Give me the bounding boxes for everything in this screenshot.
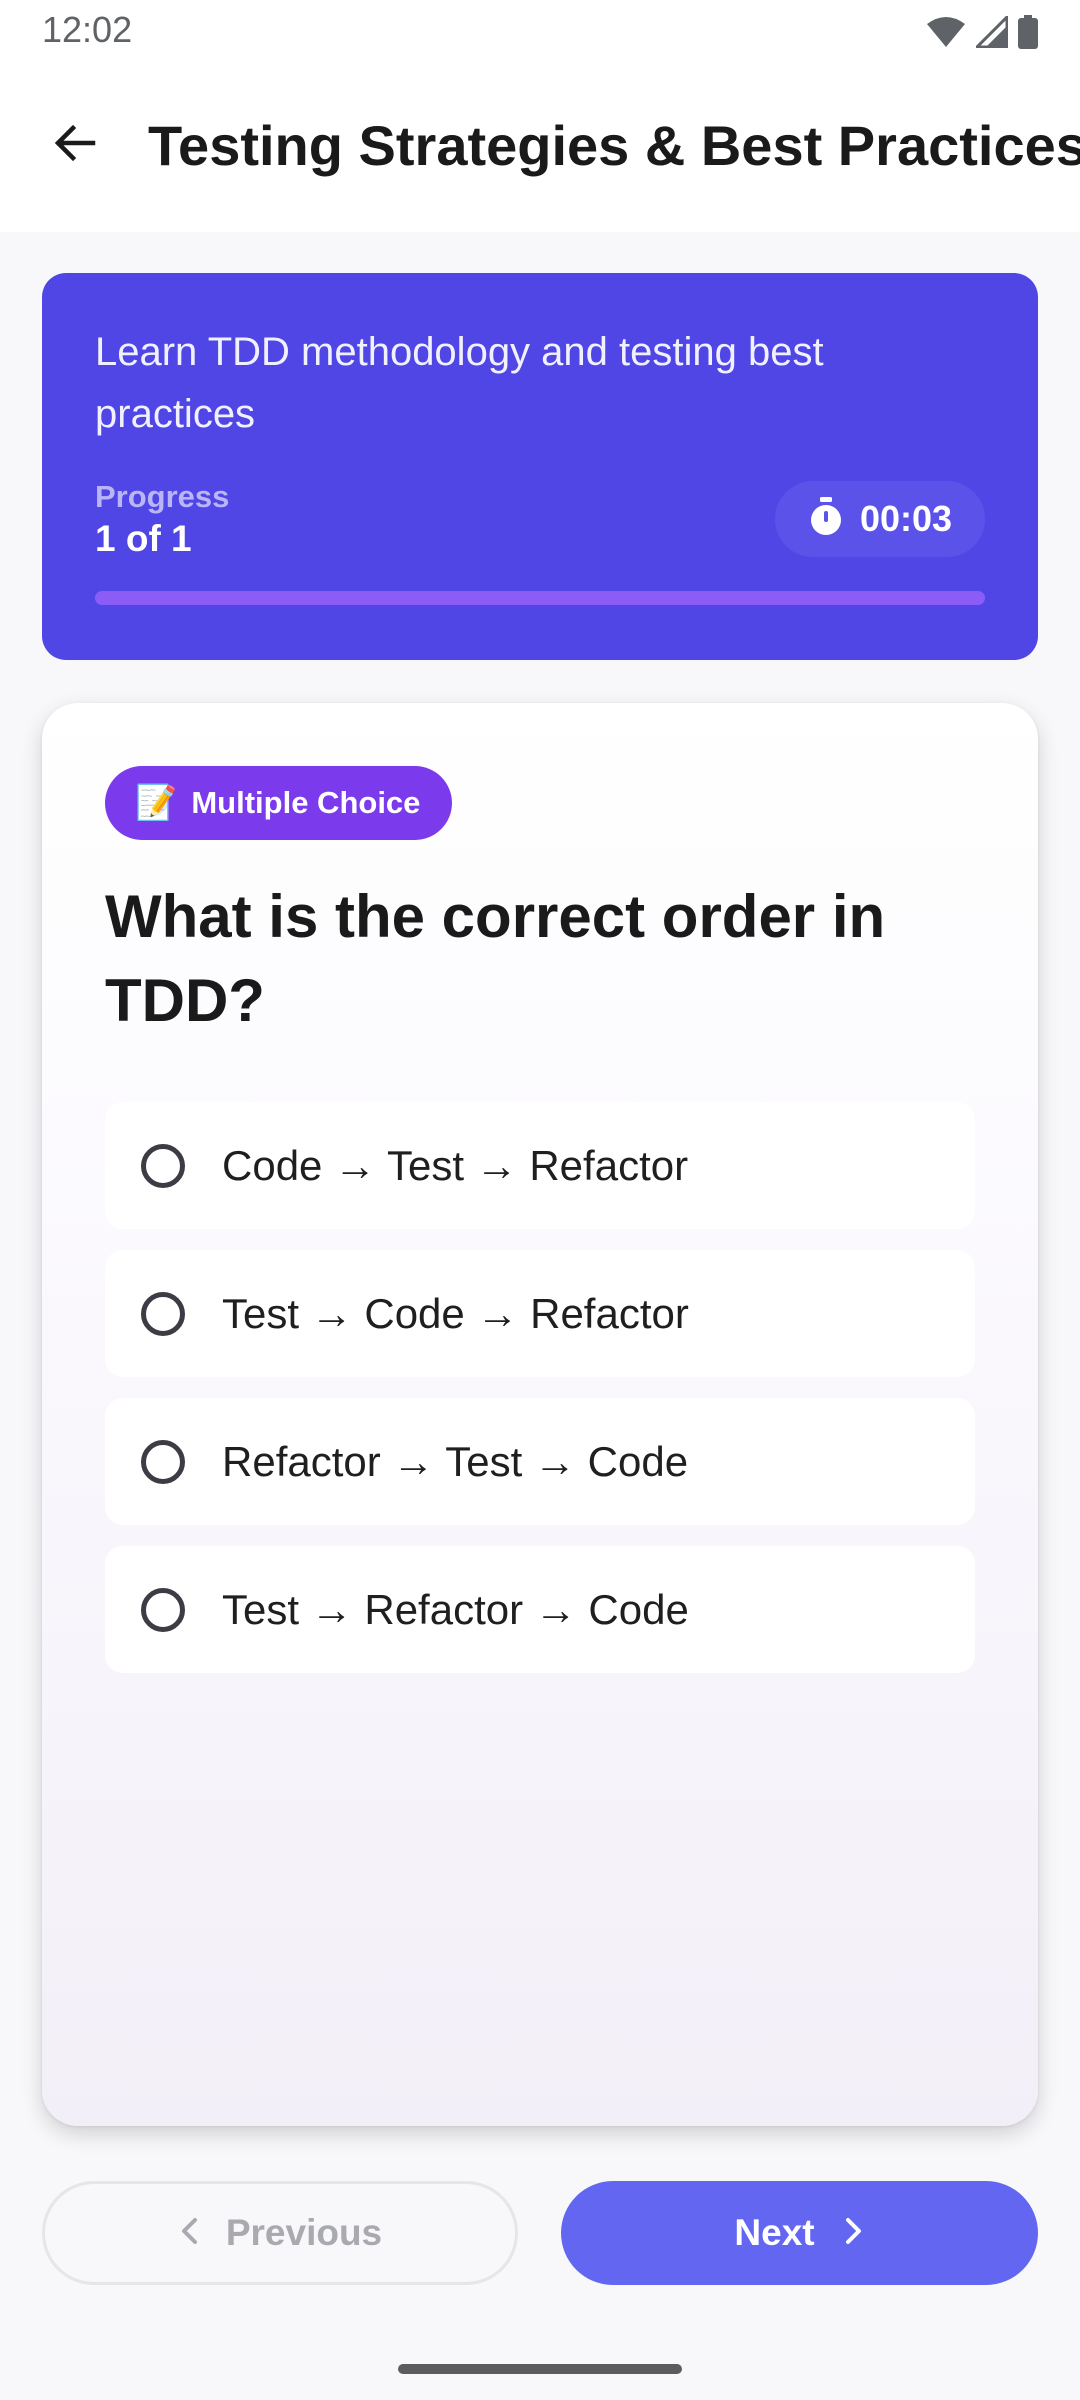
radio-button-icon[interactable] <box>141 1143 185 1188</box>
memo-icon: 📝 <box>135 784 178 822</box>
cellular-signal-icon <box>976 16 1008 48</box>
answer-option-label: Test → Code → Refactor <box>222 1289 689 1337</box>
wifi-icon <box>926 16 966 48</box>
radio-button-icon[interactable] <box>141 1439 185 1484</box>
chevron-right-icon <box>841 2216 865 2251</box>
answer-options: Code → Test → Refactor Test → Code → Ref… <box>105 1102 975 1694</box>
question-type-label: Multiple Choice <box>191 785 421 820</box>
status-icons <box>926 12 1038 52</box>
timer-chip: 00:03 <box>775 481 985 557</box>
answer-option-label: Refactor → Test → Code <box>222 1437 689 1485</box>
progress-label: Progress <box>95 479 230 514</box>
answer-option-label: Test → Refactor → Code <box>222 1585 689 1633</box>
page-title: Testing Strategies & Best Practices <box>148 114 1080 177</box>
back-button[interactable] <box>30 100 120 190</box>
chevron-left-icon <box>178 2216 202 2251</box>
answer-option[interactable]: Test → Refactor → Code <box>105 1546 975 1673</box>
home-indicator[interactable] <box>398 2364 682 2374</box>
timer-value: 00:03 <box>859 498 953 539</box>
progress-bar-fill <box>95 591 985 605</box>
app-bar: 12:02 Testing Strategies & Best Practice… <box>0 0 1080 232</box>
arrow-left-icon <box>51 119 99 172</box>
battery-icon <box>1018 15 1038 49</box>
next-button[interactable]: Next <box>561 2181 1038 2285</box>
quiz-description: Learn TDD methodology and testing best p… <box>95 330 824 436</box>
previous-button[interactable]: Previous <box>42 2181 518 2285</box>
progress-bar <box>95 591 985 605</box>
answer-option[interactable]: Refactor → Test → Code <box>105 1398 975 1525</box>
radio-button-icon[interactable] <box>141 1587 185 1632</box>
answer-option[interactable]: Test → Code → Refactor <box>105 1250 975 1377</box>
progress-value: 1 of 1 <box>95 518 192 559</box>
question-card: 📝 Multiple Choice What is the correct or… <box>42 703 1038 2126</box>
previous-button-label: Previous <box>225 2212 383 2253</box>
radio-button-icon[interactable] <box>141 1291 185 1336</box>
quiz-info-card: Learn TDD methodology and testing best p… <box>42 273 1038 660</box>
status-time: 12:02 <box>42 9 133 50</box>
stopwatch-icon <box>808 496 844 542</box>
question-type-badge: 📝 Multiple Choice <box>105 766 453 840</box>
answer-option-label: Code → Test → Refactor <box>222 1141 689 1189</box>
question-text: What is the correct order in TDD? <box>105 883 886 1034</box>
next-button-label: Next <box>734 2212 815 2253</box>
answer-option[interactable]: Code → Test → Refactor <box>105 1102 975 1229</box>
